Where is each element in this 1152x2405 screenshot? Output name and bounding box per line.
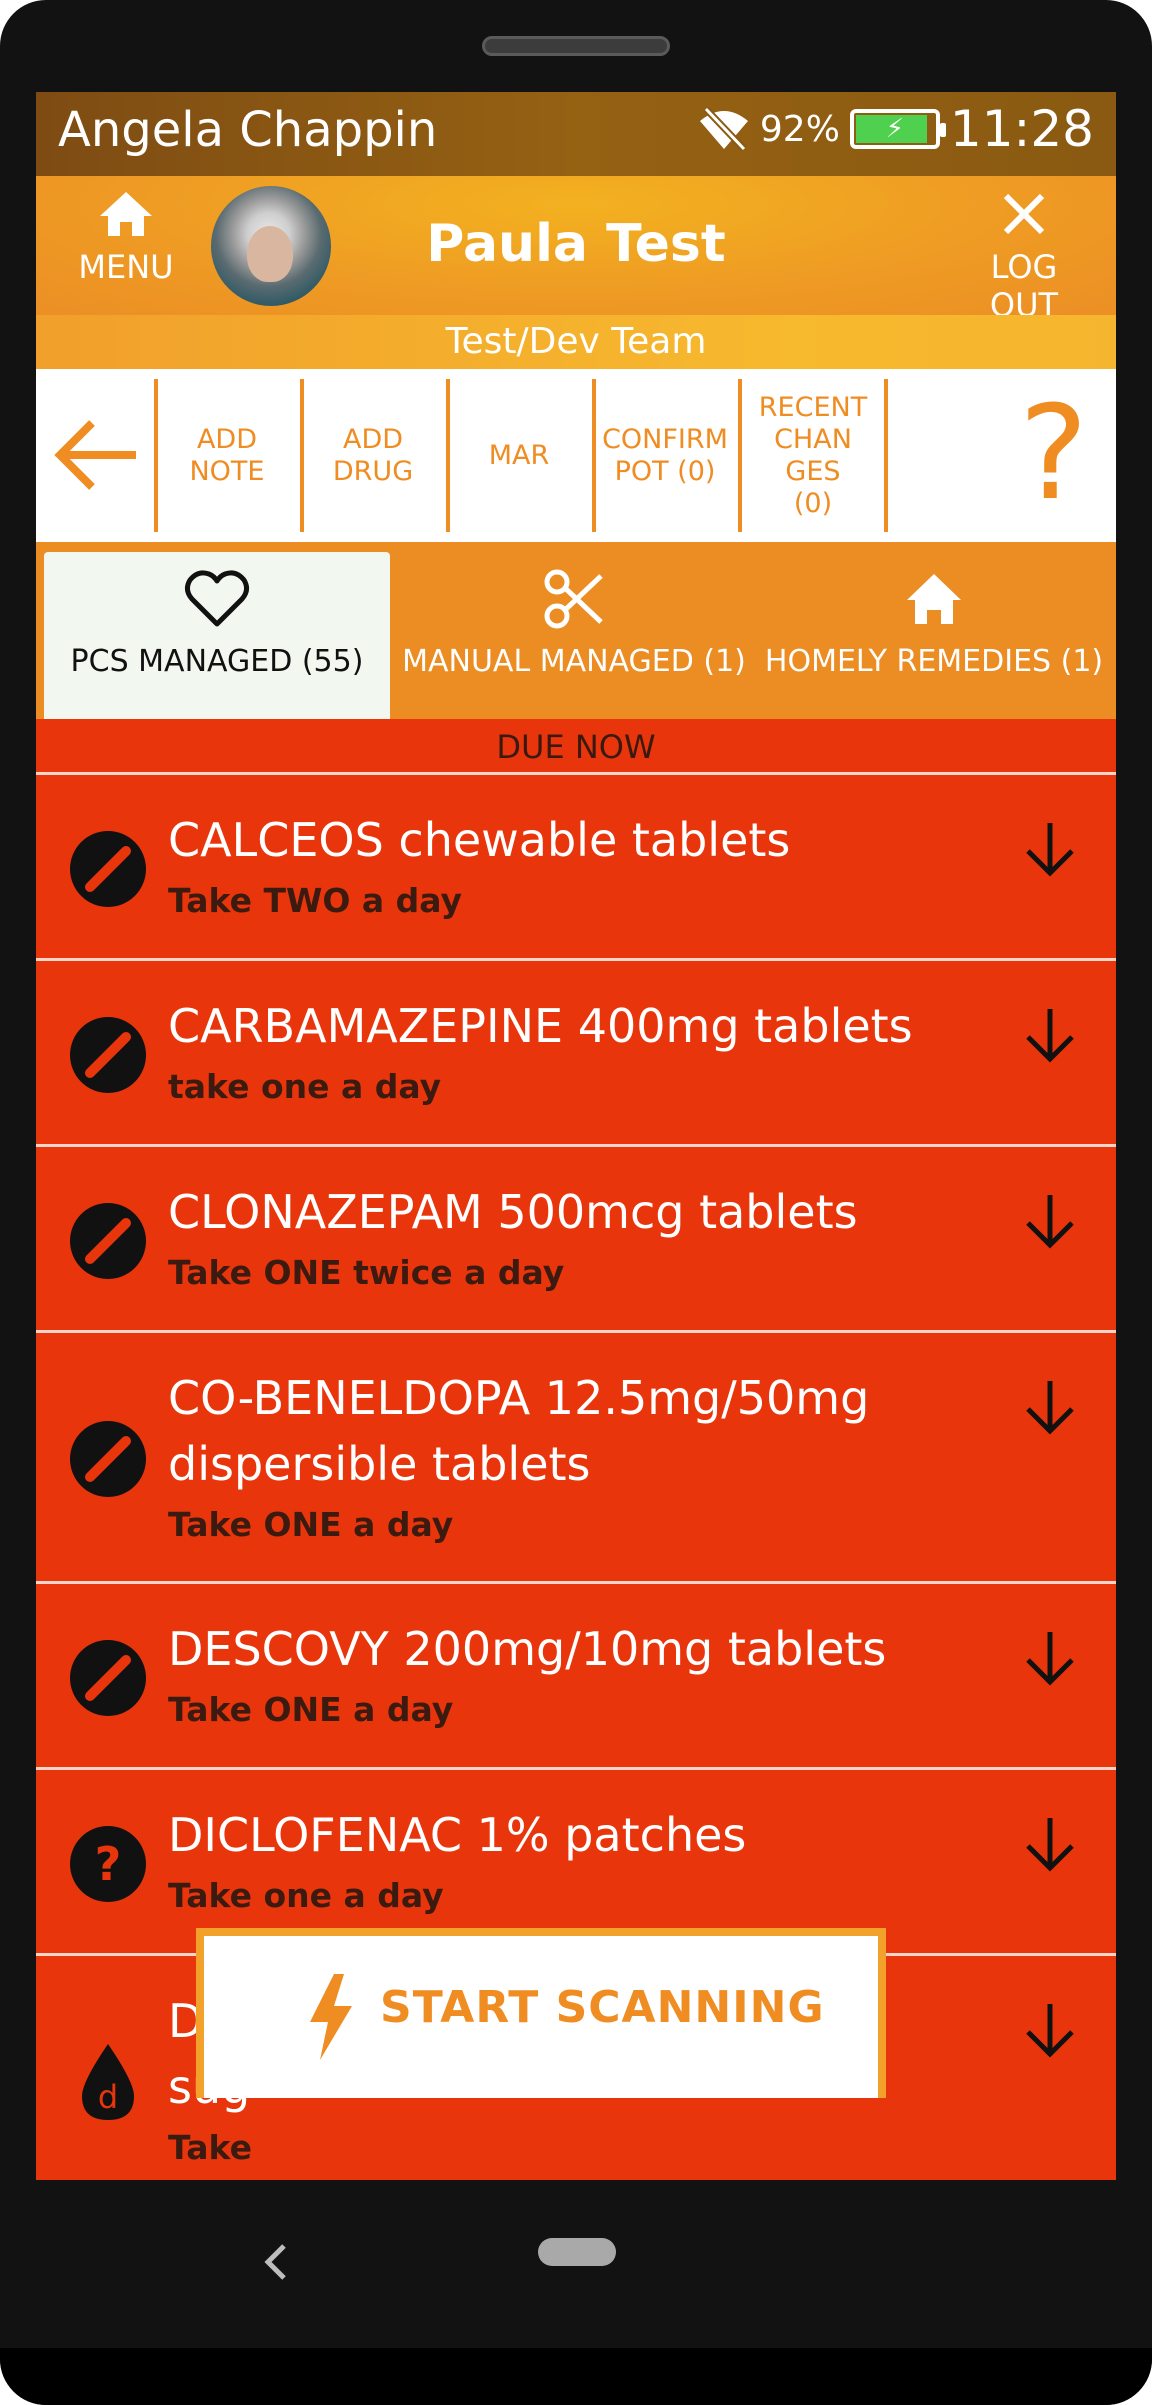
- medication-dose: Take ONE a day: [168, 1505, 454, 1544]
- system-nav-bar: [0, 2180, 1152, 2350]
- medication-dose: Take one a day: [168, 1876, 444, 1915]
- tab-homely-remedies[interactable]: HOMELY REMEDIES (1): [752, 552, 1116, 719]
- status-bar: Angela Chappin 92% ⚡ 11:28: [36, 92, 1116, 176]
- medication-dose: Take TWO a day: [168, 881, 463, 920]
- app-screen: Angela Chappin 92% ⚡ 11:28 MENU Paula Te…: [36, 92, 1116, 2180]
- question-icon: ?: [70, 1826, 146, 1902]
- arrow-down-icon[interactable]: [1020, 2000, 1080, 2060]
- recent-changes-label: RECENT CHAN GES (0): [758, 391, 868, 519]
- start-scanning-button[interactable]: START SCANNING: [196, 1928, 886, 2098]
- tablet-icon: [70, 1640, 146, 1716]
- battery-percent: 92%: [759, 108, 840, 150]
- medication-name: CALCEOS chewable tablets: [168, 813, 791, 867]
- logout-button[interactable]: LOG OUT: [954, 190, 1094, 324]
- charging-bolt-icon: ⚡: [885, 114, 905, 144]
- help-button[interactable]: ?: [1019, 383, 1088, 523]
- add-drug-label: ADD DRUG: [332, 423, 414, 487]
- team-name: Test/Dev Team: [36, 315, 1116, 369]
- close-icon: [1003, 193, 1045, 235]
- app-header: MENU Paula Test LOG OUT: [36, 176, 1116, 324]
- logout-label: LOG OUT: [989, 248, 1059, 324]
- add-note-label: ADD NOTE: [189, 423, 265, 487]
- confirm-pot-button[interactable]: CONFIRM POT (0): [592, 379, 734, 532]
- svg-text:d: d: [98, 2078, 118, 2116]
- arrow-down-icon[interactable]: [1020, 1628, 1080, 1688]
- status-indicators: 92% ⚡ 11:28: [698, 100, 1094, 158]
- medication-name: CO-BENELDOPA 12.5mg/50mg dispersible tabl…: [168, 1371, 870, 1491]
- heart-icon: [184, 570, 250, 627]
- medication-row[interactable]: CO-BENELDOPA 12.5mg/50mg dispersible tabl…: [36, 1333, 1116, 1584]
- medication-name: DESCOVY 200mg/10mg tablets: [168, 1622, 887, 1676]
- action-toolbar: ADD NOTE ADD DRUG MAR CONFIRM POT (0) RECEN…: [36, 369, 1116, 542]
- medication-row[interactable]: CALCEOS chewable tablets Take TWO a day: [36, 775, 1116, 961]
- medication-row[interactable]: CLONAZEPAM 500mcg tablets Take ONE twice…: [36, 1147, 1116, 1333]
- medication-dose: Take ONE a day: [168, 1690, 454, 1729]
- lightning-icon: [310, 1974, 352, 2060]
- tab-bar: PCS MANAGED (55) MANUAL MANAGED (1) HOME…: [36, 542, 1116, 719]
- phone-speaker: [482, 36, 670, 56]
- section-title: DUE NOW: [36, 719, 1116, 775]
- tab-pcs-managed-label: PCS MANAGED (55): [70, 644, 364, 679]
- home-icon: [907, 574, 961, 624]
- confirm-pot-label: CONFIRM POT (0): [602, 423, 728, 487]
- medication-dose: Take ONE twice a day: [168, 1253, 565, 1292]
- medication-name: CARBAMAZEPINE 400mg tablets: [168, 999, 913, 1053]
- tablet-icon: [70, 1421, 146, 1497]
- svg-text:?: ?: [95, 1837, 122, 1891]
- arrow-down-icon[interactable]: [1020, 1005, 1080, 1065]
- medication-row[interactable]: CARBAMAZEPINE 400mg tablets take one a d…: [36, 961, 1116, 1147]
- tablet-icon: [70, 1203, 146, 1279]
- arrow-down-icon[interactable]: [1020, 1814, 1080, 1874]
- battery-charging-icon: ⚡: [849, 109, 946, 149]
- arrow-down-icon[interactable]: [1020, 819, 1080, 879]
- arrow-down-icon[interactable]: [1020, 1377, 1080, 1437]
- arrow-down-icon[interactable]: [1020, 1191, 1080, 1251]
- add-drug-button[interactable]: ADD DRUG: [300, 379, 442, 532]
- tab-manual-managed-label: MANUAL MANAGED (1): [402, 644, 746, 679]
- phone-frame: Angela Chappin 92% ⚡ 11:28 MENU Paula Te…: [0, 0, 1152, 2405]
- nav-home-pill[interactable]: [538, 2238, 616, 2266]
- medication-name: DICLOFENAC 1% patches: [168, 1808, 747, 1862]
- mar-label: MAR: [488, 439, 550, 471]
- status-user-name: Angela Chappin: [58, 102, 438, 158]
- phone-bottom-edge: [0, 2348, 1152, 2405]
- tab-pcs-managed[interactable]: PCS MANAGED (55): [44, 552, 390, 719]
- medication-dose: Take: [168, 2128, 252, 2167]
- tablet-icon: [70, 831, 146, 907]
- arrow-left-icon: [54, 420, 136, 490]
- mar-button[interactable]: MAR: [446, 379, 588, 532]
- tablet-icon: [70, 1017, 146, 1093]
- recent-changes-button[interactable]: RECENT CHAN GES (0): [738, 379, 888, 532]
- start-scanning-label: START SCANNING: [380, 1982, 825, 2033]
- tab-manual-managed[interactable]: MANUAL MANAGED (1): [396, 552, 752, 719]
- add-note-button[interactable]: ADD NOTE: [154, 379, 296, 532]
- medication-row[interactable]: DESCOVY 200mg/10mg tablets Take ONE a da…: [36, 1584, 1116, 1770]
- wifi-off-icon: [699, 107, 748, 151]
- medication-dose: take one a day: [168, 1067, 442, 1106]
- drop-icon: d: [82, 2044, 134, 2120]
- scissors-icon: [544, 569, 603, 629]
- medication-name: CLONAZEPAM 500mcg tablets: [168, 1185, 858, 1239]
- clock: 11:28: [949, 100, 1094, 158]
- tab-homely-remedies-label: HOMELY REMEDIES (1): [764, 644, 1104, 679]
- back-button[interactable]: [36, 369, 158, 542]
- nav-back-icon[interactable]: [256, 2232, 296, 2292]
